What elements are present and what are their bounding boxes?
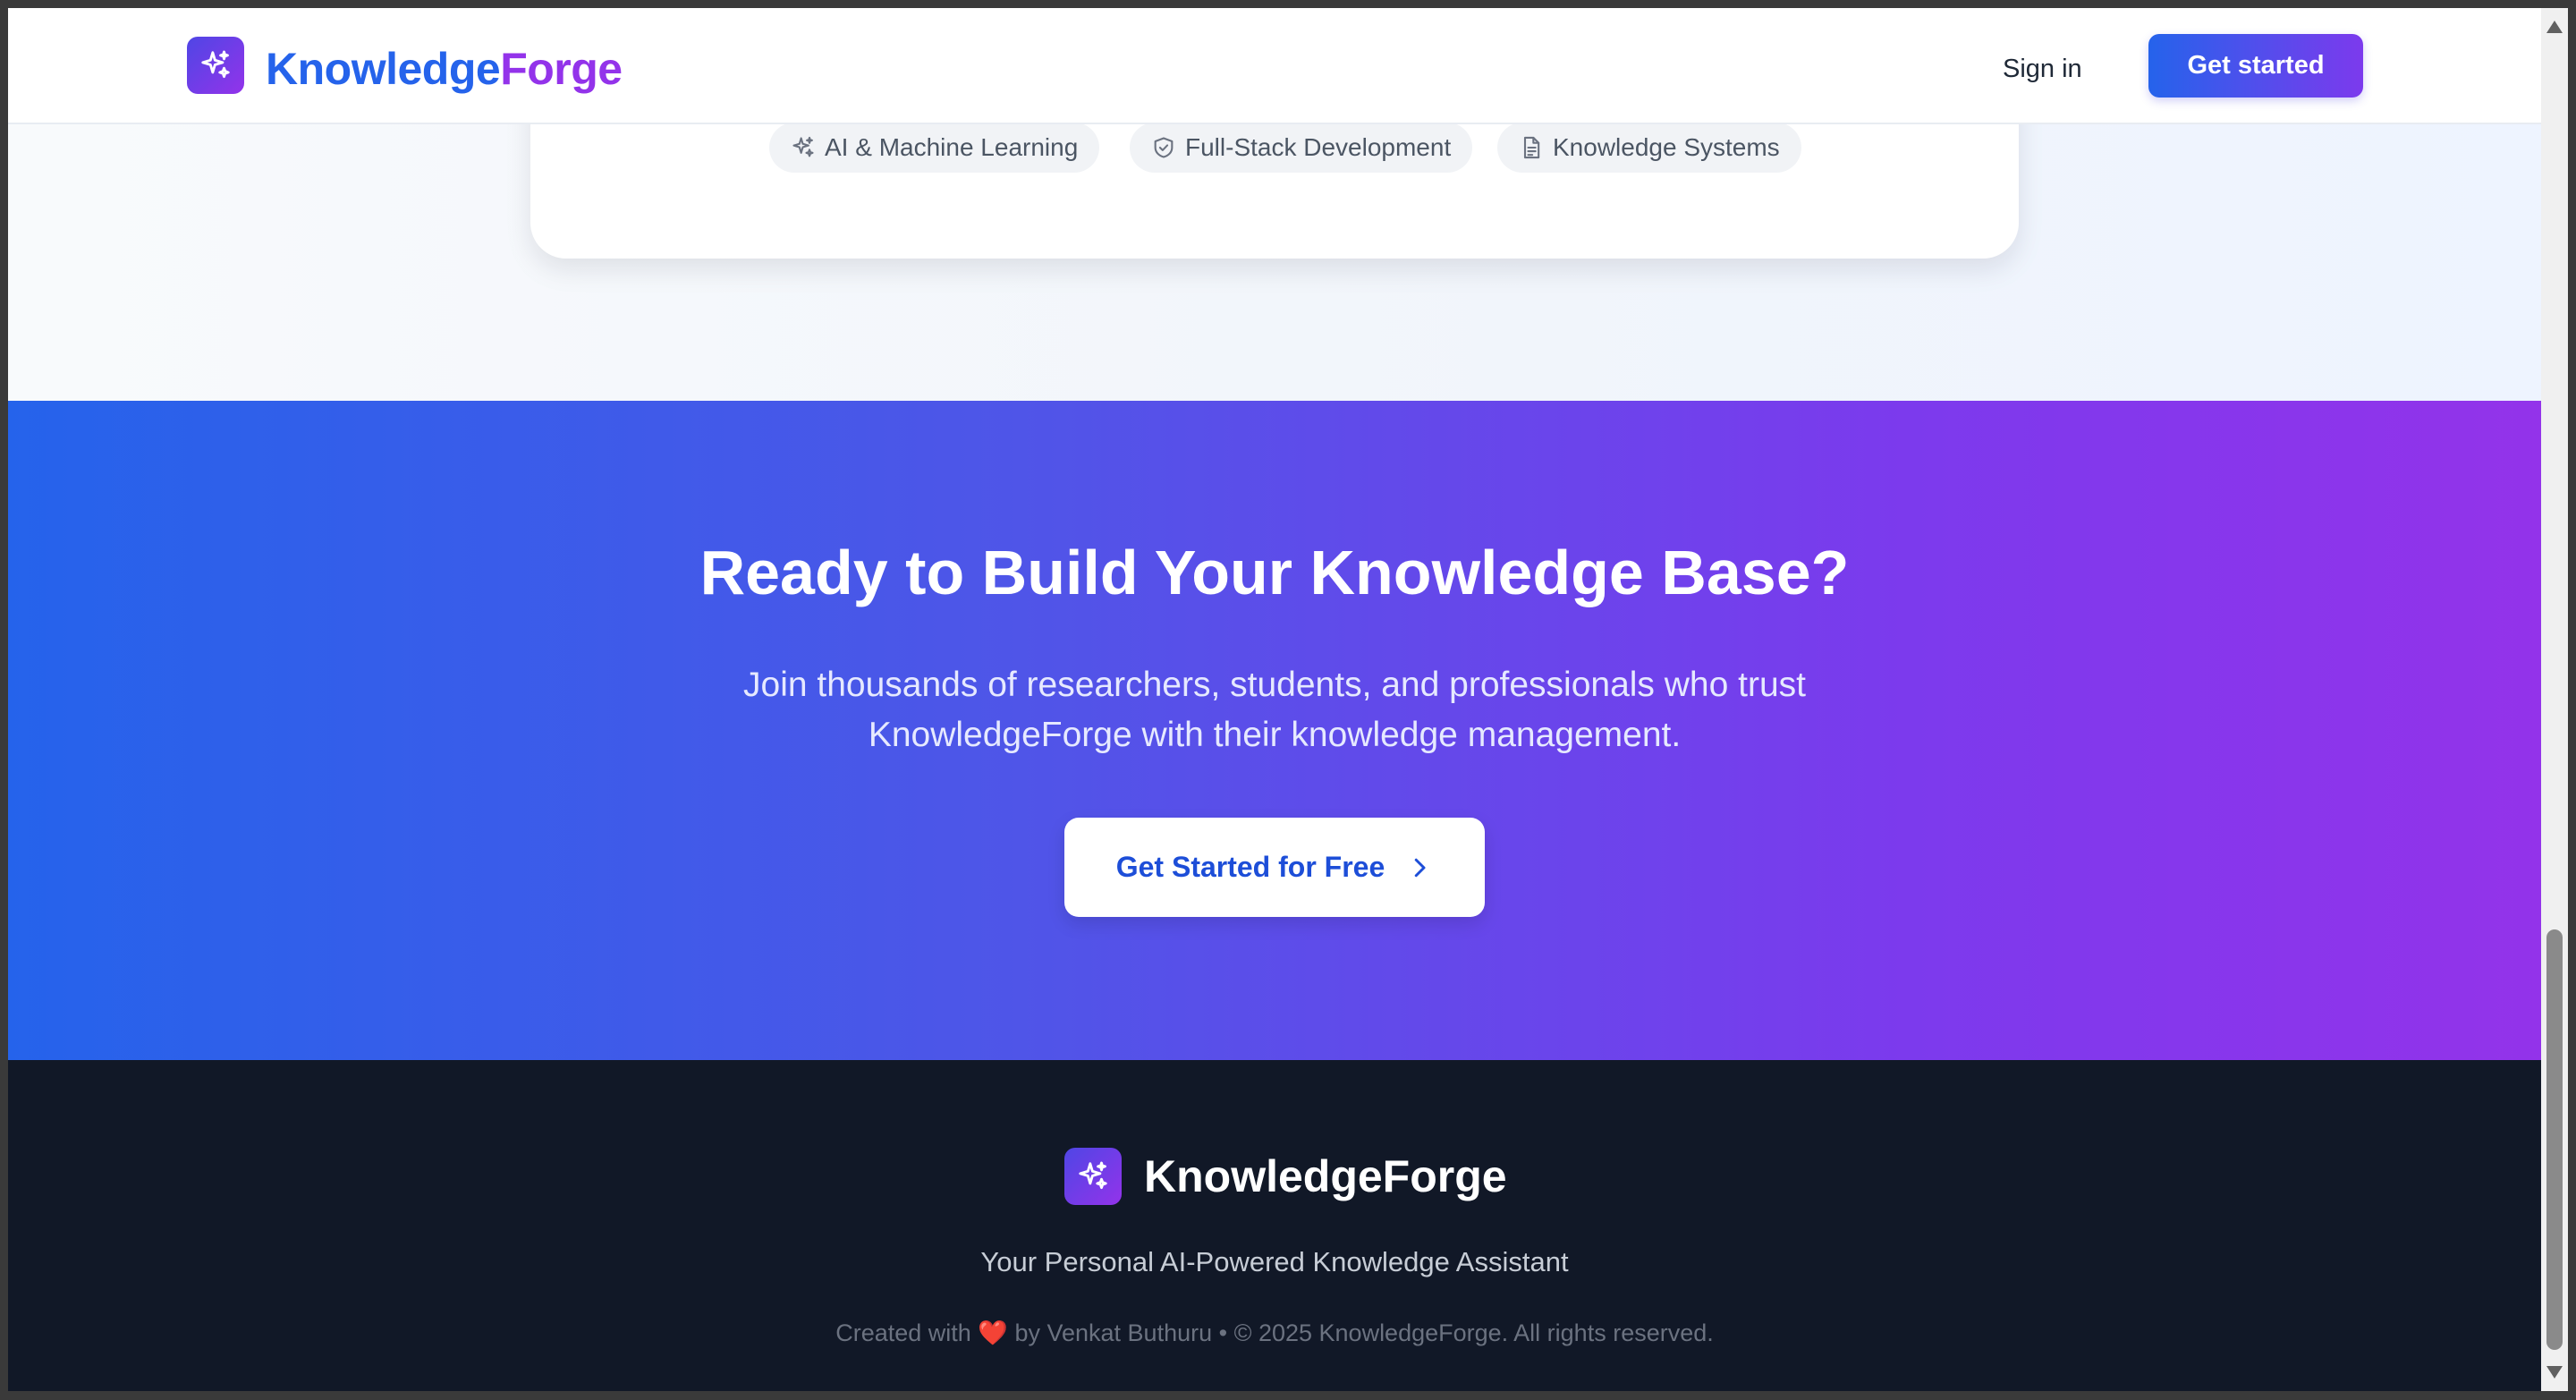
shield-check-icon	[1154, 137, 1174, 158]
heart-icon: ❤️	[978, 1319, 1008, 1346]
sparkles-icon	[792, 136, 814, 157]
site-footer: KnowledgeForge Your Personal AI-Powered …	[8, 1060, 2541, 1391]
sparkles-icon	[201, 50, 230, 79]
credit-prefix: Created with	[835, 1319, 971, 1346]
chip-full-stack: Full-Stack Development	[1130, 123, 1473, 173]
sparkles-icon	[1079, 1161, 1107, 1190]
cta-title: Ready to Build Your Knowledge Base?	[699, 538, 1850, 607]
footer-copyright: Created with ❤️ by Venkat Buthuru • © 20…	[8, 1317, 2541, 1349]
chip-label: Knowledge Systems	[1553, 133, 1780, 161]
site-header: KnowledgeForge Sign in Get started	[8, 8, 2541, 124]
chip-label: AI & Machine Learning	[825, 133, 1079, 161]
cta-subtitle-line-2: KnowledgeForge with their knowledge mana…	[868, 716, 1682, 754]
browser-viewport: AI & Machine Learning Full-Stack Develop…	[8, 8, 2541, 1391]
footer-tagline: Your Personal AI-Powered Knowledge Assis…	[980, 1246, 1569, 1277]
chip-label: Full-Stack Development	[1185, 133, 1452, 161]
cta-button-label: Get Started for Free	[1115, 851, 1385, 883]
brand-part-knowledge: Knowledge	[266, 44, 501, 94]
chip-knowledge-systems: Knowledge Systems	[1497, 123, 1801, 173]
scrollbar-thumb[interactable]	[2546, 929, 2563, 1350]
brand-part-forge: Forge	[500, 44, 623, 94]
logo[interactable]	[187, 37, 244, 94]
cta-subtitle-line-1: Join thousands of researchers, students,…	[743, 666, 1806, 704]
brand-wordmark[interactable]: KnowledgeForge	[266, 42, 623, 96]
chip-ai-ml: AI & Machine Learning	[769, 123, 1100, 173]
footer-brand: KnowledgeForge	[1144, 1151, 1507, 1201]
scroll-down-arrow-icon[interactable]	[2546, 1366, 2563, 1379]
get-started-free-button[interactable]: Get Started for Free	[1064, 818, 1485, 917]
vertical-scrollbar[interactable]	[2541, 8, 2568, 1391]
footer-logo	[1064, 1148, 1122, 1205]
sign-in-link[interactable]: Sign in	[2003, 53, 2082, 85]
cta-subtitle: Join thousands of researchers, students,…	[8, 660, 2541, 760]
chevron-right-icon	[1415, 858, 1426, 877]
document-icon	[1523, 136, 1540, 159]
cta-section: Ready to Build Your Knowledge Base? Join…	[8, 401, 2541, 1060]
get-started-button[interactable]: Get started	[2148, 34, 2363, 98]
scroll-up-arrow-icon[interactable]	[2546, 21, 2563, 33]
credit-suffix: by Venkat Buthuru • © 2025 KnowledgeForg…	[1014, 1319, 1714, 1346]
